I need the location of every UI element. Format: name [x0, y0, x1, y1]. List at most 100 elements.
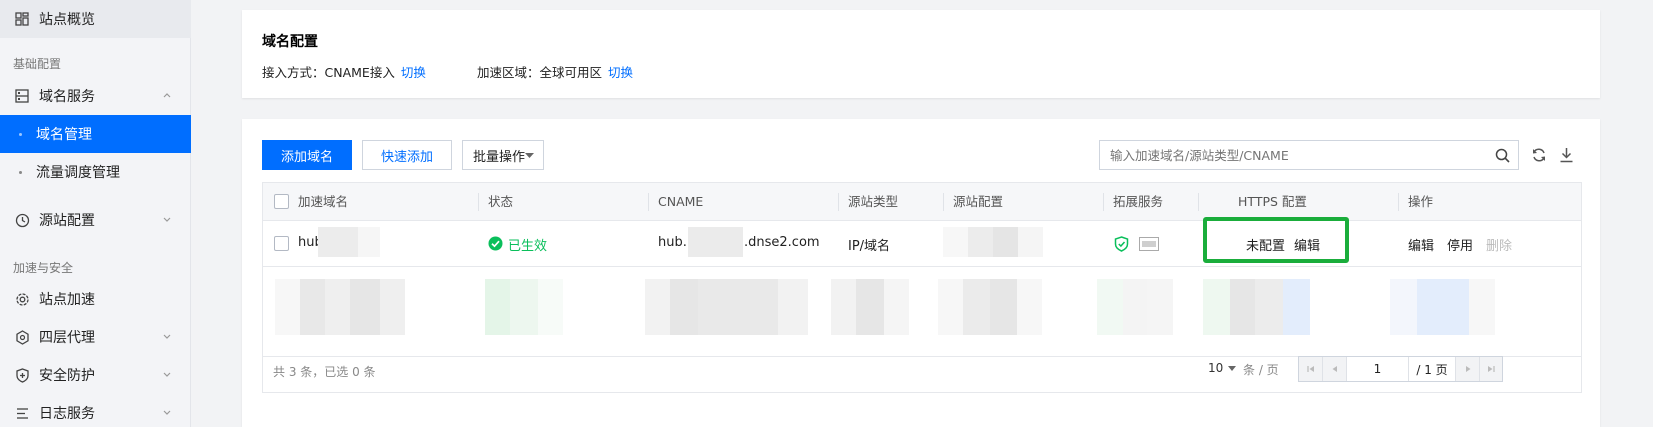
redacted-block: [1017, 279, 1042, 335]
check-circle-icon: [488, 236, 503, 251]
hexagon-icon: [14, 329, 30, 345]
disable-link[interactable]: 停用: [1447, 235, 1473, 254]
redacted-block: [938, 279, 963, 335]
search-icon[interactable]: [1495, 148, 1510, 163]
redacted-block: [1230, 279, 1255, 335]
first-page-button[interactable]: [1299, 357, 1323, 381]
page-size-select[interactable]: 10: [1208, 361, 1237, 375]
domain-table: 加速域名 状态 CNAME 源站类型 源站配置 拓展服务 HTTPS 配置 操作…: [262, 182, 1582, 357]
redacted-block: [856, 279, 884, 335]
redacted-block: [325, 279, 350, 335]
sidebar-item-overview[interactable]: 站点概览: [0, 0, 191, 38]
quick-add-button[interactable]: 快速添加: [362, 140, 452, 170]
th-ops: 操作: [1408, 194, 1434, 209]
page-input[interactable]: 1: [1347, 357, 1409, 381]
chevron-down-icon: [163, 217, 171, 222]
redacted-block: [318, 227, 358, 257]
delete-link[interactable]: 删除: [1486, 235, 1512, 254]
accel-region: 加速区域：全球可用区 切换: [477, 62, 633, 81]
redacted-block: [1255, 279, 1283, 335]
access-switch-link[interactable]: 切换: [401, 62, 426, 81]
refresh-icon[interactable]: [1531, 147, 1547, 163]
add-domain-button[interactable]: 添加域名: [262, 140, 352, 170]
redacted-block: [968, 227, 993, 257]
row-checkbox[interactable]: [274, 236, 289, 251]
page-size-value: 10: [1208, 361, 1224, 375]
search-box: [1099, 140, 1519, 170]
pagination: 1 / 1 页: [1298, 356, 1503, 382]
redacted-block: [645, 279, 670, 335]
domain-config-card: 域名配置 接入方式：CNAME接入 切换 加速区域：全球可用区 切换: [242, 10, 1600, 98]
table-footer: 共 3 条，已选 0 条 10 条 / 页 1 / 1 页: [262, 347, 1582, 393]
th-origin-type: 源站类型: [848, 194, 899, 209]
th-status: 状态: [488, 194, 514, 209]
column-divider: [1398, 193, 1399, 211]
next-page-button[interactable]: [1455, 357, 1479, 381]
sidebar-item-label: 日志服务: [39, 406, 95, 422]
redacted-block: [670, 279, 698, 335]
redacted-block: [1018, 227, 1043, 257]
redacted-block: [1469, 279, 1495, 335]
sidebar-item-traffic-manage[interactable]: 流量调度管理: [0, 153, 191, 191]
table-row: hub 已生效 hub. .dnse2.com IP/域名 未配置 编辑 编辑 …: [263, 217, 1581, 267]
download-icon[interactable]: [1559, 147, 1574, 163]
sidebar-item-label: 四层代理: [39, 330, 95, 346]
sidebar-item-label: 安全防护: [39, 368, 95, 384]
sidebar-item-site-accel[interactable]: 站点加速: [0, 280, 191, 318]
selection-summary: 共 3 条，已选 0 条: [273, 365, 376, 379]
batch-ops-select[interactable]: 批量操作: [462, 140, 544, 170]
table-row: [263, 267, 1581, 353]
redacted-block: [688, 227, 743, 257]
sidebar-item-label: 站点概览: [39, 12, 95, 28]
redacted-block: [1147, 279, 1173, 335]
sidebar-item-domain-manage[interactable]: 域名管理: [0, 115, 191, 153]
sidebar-item-label: 站点加速: [39, 292, 95, 308]
nav-group-basic: 基础配置: [13, 57, 62, 71]
redacted-block: [380, 279, 405, 335]
sidebar-item-l4-proxy[interactable]: 四层代理: [0, 318, 191, 356]
redacted-block: [510, 279, 538, 335]
page-size-unit: 条 / 页: [1243, 363, 1279, 377]
redacted-block: [778, 279, 808, 335]
redacted-block: [350, 279, 380, 335]
chevron-down-icon: [163, 410, 171, 415]
search-input[interactable]: [1100, 141, 1480, 169]
region-switch-link[interactable]: 切换: [608, 62, 633, 81]
domain-list-card: 添加域名 快速添加 批量操作 加速域名 状态 CNAME 源站类型 源站配置 拓…: [242, 119, 1600, 427]
bullet-icon: [19, 171, 22, 174]
sidebar-item-domain-service[interactable]: 域名服务: [0, 77, 191, 115]
th-https: HTTPS 配置: [1238, 194, 1307, 209]
chevron-up-icon: [163, 93, 171, 98]
ipv6-icon: [1139, 237, 1159, 251]
column-divider: [478, 193, 479, 211]
sidebar-item-label: 流量调度管理: [36, 165, 120, 181]
first-page-icon: [1306, 366, 1314, 372]
th-cname: CNAME: [658, 194, 704, 209]
batch-ops-label: 批量操作: [473, 149, 526, 165]
https-status: 未配置: [1246, 239, 1286, 254]
sidebar-item-log-service[interactable]: 日志服务: [0, 394, 191, 427]
dashboard-icon: [14, 11, 30, 27]
table-header: 加速域名 状态 CNAME 源站类型 源站配置 拓展服务 HTTPS 配置 操作: [263, 183, 1581, 221]
sidebar-item-security[interactable]: 安全防护: [0, 356, 191, 394]
redacted-block: [485, 279, 510, 335]
region-label: 加速区域：全球可用区: [477, 65, 603, 80]
redacted-block: [1097, 279, 1123, 335]
redacted-block: [275, 279, 300, 335]
redacted-block: [1417, 279, 1469, 335]
redacted-block: [538, 279, 563, 335]
edit-link[interactable]: 编辑: [1408, 235, 1434, 254]
gear-icon: [14, 291, 30, 307]
chevron-down-icon: [163, 372, 171, 377]
https-edit-link[interactable]: 编辑: [1294, 235, 1320, 254]
card-title: 域名配置: [262, 34, 318, 50]
prev-page-button[interactable]: [1323, 357, 1347, 381]
caret-down-icon: [1228, 365, 1237, 371]
last-page-button[interactable]: [1479, 357, 1502, 381]
redacted-block: [1390, 279, 1417, 335]
sidebar-item-origin-config[interactable]: 源站配置: [0, 201, 191, 239]
select-all-checkbox[interactable]: [274, 194, 289, 209]
prev-page-icon: [1332, 366, 1337, 372]
sidebar-item-label: 域名管理: [36, 127, 92, 143]
shield-icon: [14, 367, 30, 383]
